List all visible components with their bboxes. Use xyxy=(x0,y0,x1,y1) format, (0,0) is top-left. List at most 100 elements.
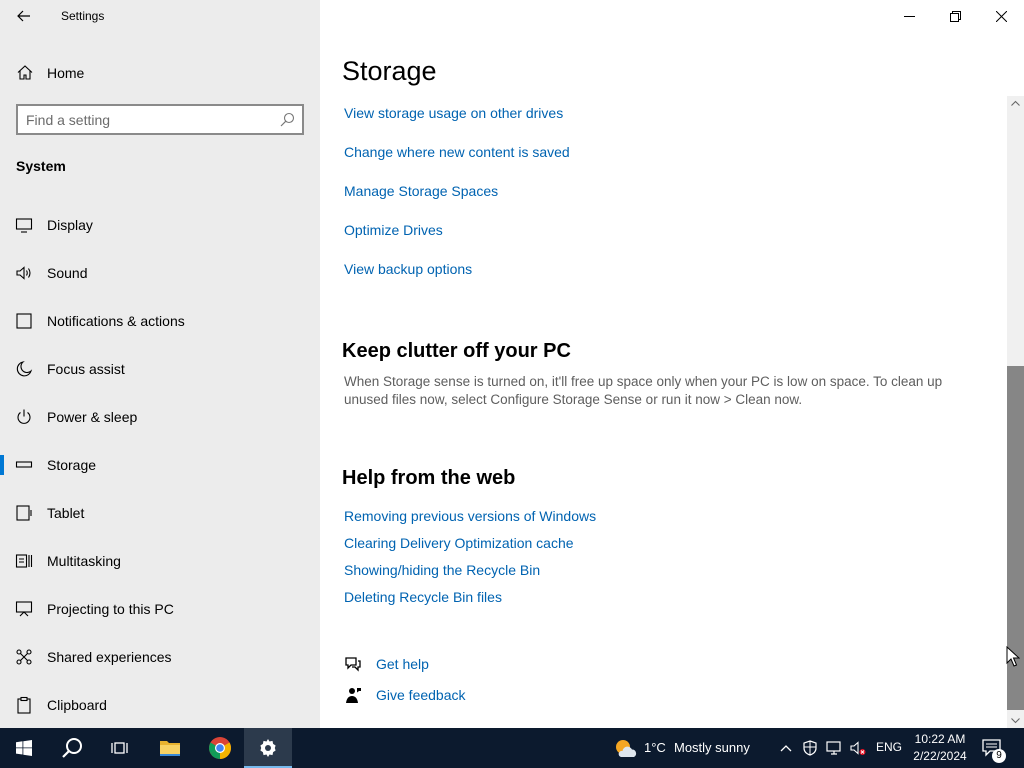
help-heading: Help from the web xyxy=(342,467,516,489)
help-link-previous-windows[interactable]: Removing previous versions of Windows xyxy=(344,508,596,524)
windows-logo-icon xyxy=(16,740,32,756)
volume-muted-icon xyxy=(850,741,866,755)
page-title: Storage xyxy=(342,56,437,86)
action-center-button[interactable]: 9 xyxy=(980,736,1006,763)
section-heading: System xyxy=(16,158,66,174)
notification-badge: 9 xyxy=(992,749,1006,763)
minimize-icon xyxy=(903,15,915,17)
help-link-deleting-recycle-bin[interactable]: Deleting Recycle Bin files xyxy=(344,589,502,605)
sidebar-item-label: Home xyxy=(47,65,85,81)
weather-icon[interactable] xyxy=(613,737,637,759)
sidebar-nav: Display Sound Notifications & actions Fo… xyxy=(0,201,320,729)
weather-temperature[interactable]: 1°C xyxy=(644,740,666,755)
sidebar-item-power-sleep[interactable]: Power & sleep xyxy=(0,393,320,441)
shield-icon xyxy=(803,740,817,756)
notifications-icon xyxy=(16,313,32,329)
start-button[interactable] xyxy=(0,728,48,768)
sidebar-item-tablet[interactable]: Tablet xyxy=(0,489,320,537)
back-button[interactable] xyxy=(10,4,38,28)
sidebar-item-label: Display xyxy=(47,217,93,233)
sidebar-item-projecting[interactable]: Projecting to this PC xyxy=(0,585,320,633)
main-content: Storage View storage usage on other driv… xyxy=(320,0,1024,728)
close-button[interactable] xyxy=(978,0,1024,32)
clipboard-icon xyxy=(17,696,31,714)
language-indicator[interactable]: ENG xyxy=(876,740,902,754)
search-taskbar-button[interactable] xyxy=(48,728,96,768)
sidebar-item-notifications[interactable]: Notifications & actions xyxy=(0,297,320,345)
sidebar-item-label: Notifications & actions xyxy=(47,313,185,329)
chrome-icon xyxy=(209,737,231,759)
chevron-up-icon xyxy=(780,745,792,752)
sidebar-item-shared-experiences[interactable]: Shared experiences xyxy=(0,633,320,681)
sidebar-item-focus-assist[interactable]: Focus assist xyxy=(0,345,320,393)
sidebar-item-multitasking[interactable]: Multitasking xyxy=(0,537,320,585)
home-icon xyxy=(17,65,33,80)
power-icon xyxy=(17,409,31,424)
clock-date: 2/22/2024 xyxy=(913,749,967,763)
task-view-button[interactable] xyxy=(96,728,144,768)
tablet-icon xyxy=(16,505,32,521)
sound-icon xyxy=(16,266,31,280)
search-box[interactable] xyxy=(16,104,304,135)
close-icon xyxy=(995,10,1007,22)
chevron-up-icon xyxy=(1011,100,1020,106)
window-title: Settings xyxy=(61,9,105,23)
give-feedback-link[interactable]: Give feedback xyxy=(376,687,466,703)
mouse-cursor-icon xyxy=(1006,646,1020,667)
give-feedback-icon xyxy=(346,688,361,703)
restore-icon xyxy=(949,10,961,22)
clock-time: 10:22 AM xyxy=(914,732,966,746)
view-backup-options-link[interactable]: View backup options xyxy=(344,261,472,277)
moon-icon xyxy=(16,361,33,377)
scroll-down-button[interactable] xyxy=(1007,714,1024,728)
manage-storage-spaces-link[interactable]: Manage Storage Spaces xyxy=(344,183,498,199)
sidebar-item-label: Clipboard xyxy=(47,697,107,713)
clutter-description: When Storage sense is turned on, it'll f… xyxy=(344,374,943,407)
clutter-heading: Keep clutter off your PC xyxy=(342,340,571,362)
storage-icon xyxy=(15,461,33,468)
sidebar-item-label: Projecting to this PC xyxy=(47,601,174,617)
sidebar-item-label: Shared experiences xyxy=(47,649,172,665)
minimize-button[interactable] xyxy=(886,0,932,32)
restore-button[interactable] xyxy=(932,0,978,32)
network-icon xyxy=(826,741,841,755)
optimize-drives-link[interactable]: Optimize Drives xyxy=(344,222,443,238)
chrome-button[interactable] xyxy=(196,728,244,768)
change-new-content-location-link[interactable]: Change where new content is saved xyxy=(344,144,570,160)
scroll-up-button[interactable] xyxy=(1007,96,1024,110)
file-explorer-button[interactable] xyxy=(146,728,194,768)
network-tray-button[interactable] xyxy=(826,740,842,756)
show-hidden-icons-button[interactable] xyxy=(778,740,794,756)
sidebar-item-label: Sound xyxy=(47,265,88,281)
clock[interactable]: 10:22 AM 2/22/2024 xyxy=(904,731,976,765)
sidebar-item-display[interactable]: Display xyxy=(0,201,320,249)
sidebar-item-label: Power & sleep xyxy=(47,409,138,425)
vertical-scrollbar[interactable] xyxy=(1007,96,1024,728)
sidebar-item-label: Storage xyxy=(47,457,97,473)
get-help-link[interactable]: Get help xyxy=(376,656,429,672)
taskbar: 1°C Mostly sunny ENG 10:22 AM 2/22/2024 … xyxy=(0,728,1024,768)
sidebar-item-home[interactable]: Home xyxy=(0,56,320,90)
sidebar-item-storage[interactable]: Storage xyxy=(0,441,320,489)
sidebar: Settings Home System Display Sound Notif… xyxy=(0,0,320,728)
help-link-delivery-optimization[interactable]: Clearing Delivery Optimization cache xyxy=(344,535,574,551)
multitasking-icon xyxy=(15,554,33,568)
settings-taskbar-button[interactable] xyxy=(244,728,292,768)
sidebar-item-clipboard[interactable]: Clipboard xyxy=(0,681,320,729)
search-input[interactable] xyxy=(26,110,276,130)
projecting-icon xyxy=(15,601,33,617)
weather-condition[interactable]: Mostly sunny xyxy=(674,740,750,755)
folder-icon xyxy=(160,741,180,756)
sidebar-item-label: Focus assist xyxy=(47,361,125,377)
security-tray-button[interactable] xyxy=(802,740,818,756)
shared-experiences-icon xyxy=(16,649,32,665)
view-storage-other-drives-link[interactable]: View storage usage on other drives xyxy=(344,105,563,121)
sidebar-item-sound[interactable]: Sound xyxy=(0,249,320,297)
gear-icon xyxy=(260,739,276,757)
back-arrow-icon xyxy=(17,10,30,22)
display-icon xyxy=(15,218,33,233)
help-link-recycle-bin-visibility[interactable]: Showing/hiding the Recycle Bin xyxy=(344,562,540,578)
search-icon xyxy=(62,738,82,758)
volume-tray-button[interactable] xyxy=(850,740,866,756)
search-icon[interactable] xyxy=(279,112,295,128)
